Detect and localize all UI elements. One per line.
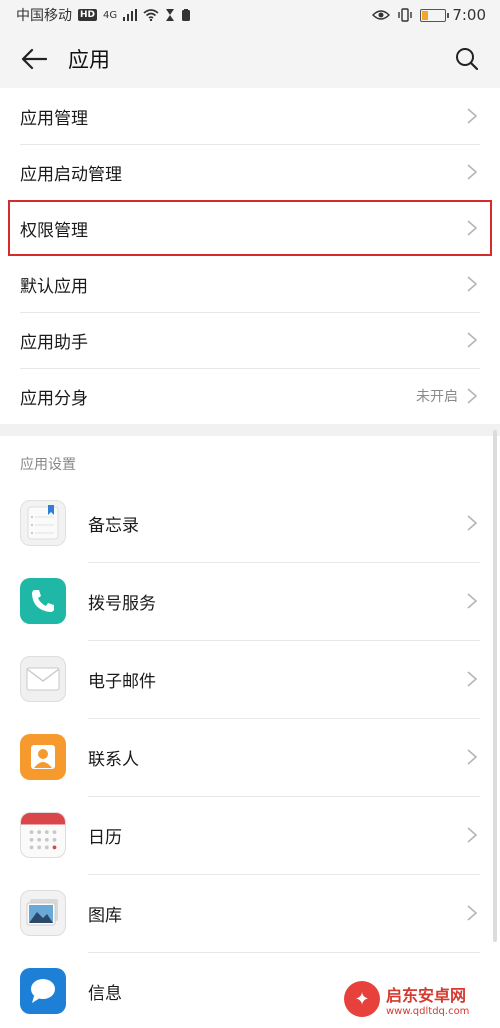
app-item-label: 电子邮件 <box>88 671 156 692</box>
notification-icon <box>182 8 191 21</box>
app-item-label: 信息 <box>88 983 122 1004</box>
chevron-right-icon <box>467 593 478 609</box>
app-item-dialer[interactable]: 拨号服务 <box>0 562 500 640</box>
page-title: 应用 <box>68 48 110 72</box>
chevron-right-icon <box>467 276 478 292</box>
menu-item-app-management[interactable]: 应用管理 <box>0 88 500 144</box>
chevron-right-icon <box>467 220 478 236</box>
notepad-icon <box>20 500 66 546</box>
menu-item-label: 应用启动管理 <box>20 164 122 185</box>
menu-item-permission-management[interactable]: 权限管理 <box>8 200 492 256</box>
chevron-right-icon <box>467 108 478 124</box>
app-item-label: 联系人 <box>88 749 139 770</box>
arrow-left-icon <box>21 48 47 70</box>
chevron-right-icon <box>467 671 478 687</box>
status-bar: 中国移动 HD 4G 7:00 <box>0 0 500 30</box>
watermark-text: 启东安卓网 www.qdltdq.com <box>386 982 469 1017</box>
network-label: 4G <box>103 9 118 21</box>
watermark-logo-icon: ✦ <box>344 981 380 1017</box>
battery-fill <box>422 10 429 20</box>
menu-item-label: 应用助手 <box>20 332 88 353</box>
menu-item-label: 权限管理 <box>20 220 88 241</box>
app-item-label: 日历 <box>88 827 122 848</box>
watermark-name: 启东安卓网 <box>386 985 467 1005</box>
settings-list: 应用管理 应用启动管理 权限管理 默认应用 应用助手 应用分身 未开启 <box>0 88 500 424</box>
menu-item-startup-management[interactable]: 应用启动管理 <box>0 144 500 200</box>
hourglass-icon <box>166 9 175 21</box>
app-item-label: 拨号服务 <box>88 593 156 614</box>
chevron-right-icon <box>467 164 478 180</box>
calendar-icon <box>20 812 66 858</box>
app-settings-list: 备忘录 拨号服务 电子邮件 联系人 日历 图库 信息 <box>0 484 500 1028</box>
signal-icon <box>123 9 138 21</box>
chevron-right-icon <box>467 749 478 765</box>
eye-icon <box>372 10 391 20</box>
app-bar: 应用 <box>0 30 500 88</box>
menu-item-app-twin[interactable]: 应用分身 未开启 <box>0 368 500 424</box>
app-item-contacts[interactable]: 联系人 <box>0 718 500 796</box>
watermark: ✦ 启东安卓网 www.qdltdq.com <box>344 976 494 1022</box>
section-header: 应用设置 <box>20 457 76 473</box>
app-item-email[interactable]: 电子邮件 <box>0 640 500 718</box>
wifi-icon <box>143 9 159 21</box>
app-item-gallery[interactable]: 图库 <box>0 874 500 952</box>
watermark-url: www.qdltdq.com <box>386 1005 470 1017</box>
menu-item-default-apps[interactable]: 默认应用 <box>0 256 500 312</box>
chevron-right-icon <box>467 515 478 531</box>
chevron-right-icon <box>467 388 478 404</box>
message-icon <box>20 968 66 1014</box>
app-item-label: 图库 <box>88 905 122 926</box>
app-item-notepad[interactable]: 备忘录 <box>0 484 500 562</box>
status-text: 未开启 <box>416 389 458 405</box>
battery-icon <box>420 8 450 22</box>
chevron-right-icon <box>467 905 478 921</box>
menu-item-app-assistant[interactable]: 应用助手 <box>0 312 500 368</box>
status-right: 7:00 <box>372 6 486 24</box>
menu-item-label: 默认应用 <box>20 276 88 297</box>
menu-item-label: 应用分身 <box>20 388 88 409</box>
app-item-calendar[interactable]: 日历 <box>0 796 500 874</box>
clock: 7:00 <box>452 6 486 24</box>
scrollbar[interactable] <box>493 430 497 942</box>
hd-badge: HD <box>78 9 98 21</box>
app-item-label: 备忘录 <box>88 515 139 536</box>
contacts-icon <box>20 734 66 780</box>
chevron-right-icon <box>467 827 478 843</box>
menu-item-label: 应用管理 <box>20 108 88 129</box>
chevron-right-icon <box>467 332 478 348</box>
phone-icon <box>20 578 66 624</box>
mail-icon <box>20 656 66 702</box>
back-button[interactable] <box>0 30 68 88</box>
carrier-label: 中国移动 <box>16 8 72 24</box>
gallery-icon <box>20 890 66 936</box>
search-icon <box>456 48 479 71</box>
search-button[interactable] <box>448 40 486 78</box>
section-divider <box>0 424 500 436</box>
vibrate-icon <box>398 8 413 22</box>
status-left: 中国移动 HD 4G <box>16 5 191 25</box>
